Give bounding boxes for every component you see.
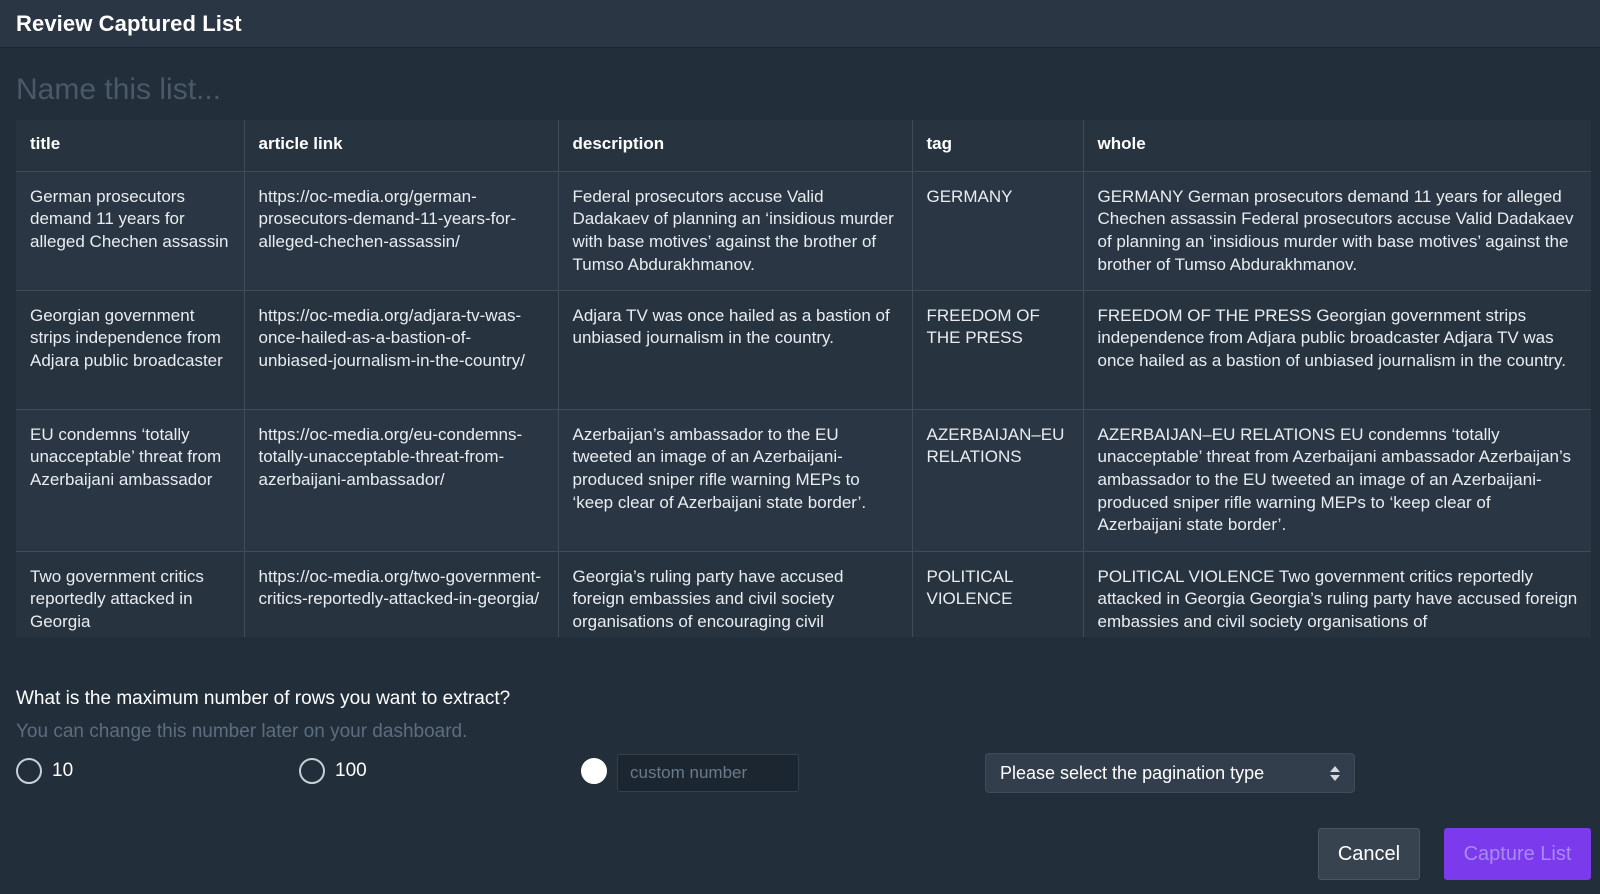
table-row: Two government critics reportedly attack… [16,551,1591,637]
pagination-select-value: Please select the pagination type [1000,762,1265,783]
column-header-article-link[interactable]: article link [243,120,558,172]
cell-article-link: https://oc-media.org/adjara-tv-was-once-… [243,290,558,410]
cell-description: Azerbaijan’s ambassador to the EU tweete… [557,409,912,552]
cell-description: Federal prosecutors accuse Valid Dadakae… [557,171,912,291]
cell-description: Adjara TV was once hailed as a bastion o… [557,290,912,410]
cell-article-link: https://oc-media.org/eu-condemns-totally… [243,409,558,552]
radio-label-100: 100 [335,760,367,781]
radio-label-10: 10 [52,760,74,781]
column-header-tag[interactable]: tag [911,120,1083,172]
cell-tag: GERMANY [911,171,1083,291]
cell-title: Georgian government strips independence … [16,290,244,410]
cell-whole: GERMANY German prosecutors demand 11 yea… [1082,171,1591,291]
column-header-description[interactable]: description [557,120,912,172]
capture-list-button[interactable]: Capture List [1444,828,1591,880]
radio-option-10[interactable]: 10 [16,758,73,784]
table-row: EU condemns ‘totally unacceptable’ threa… [16,409,1591,552]
max-rows-question: What is the maximum number of rows you w… [16,688,511,709]
cell-title: Two government critics reportedly attack… [30,566,204,631]
table-row: Georgian government strips independence … [16,290,1591,410]
cell-title: German prosecutors demand 11 years for a… [16,171,244,291]
radio-option-custom[interactable] [581,758,607,784]
cell-whole: AZERBAIJAN–EU RELATIONS EU condemns ‘tot… [1082,409,1591,552]
cell-whole: FREEDOM OF THE PRESS Georgian government… [1082,290,1591,410]
cell-tag: POLITICAL VIOLENCE [911,551,1083,637]
cancel-button[interactable]: Cancel [1318,828,1420,880]
dialog-title: Review Captured List [16,10,242,36]
table-header-row: title article link description tag whole [16,120,1591,172]
dialog-header: Review Captured List [0,0,1600,48]
radio-circle-selected-icon[interactable] [581,758,607,784]
cell-tag: AZERBAIJAN–EU RELATIONS [911,409,1083,552]
column-header-whole[interactable]: whole [1082,120,1591,172]
radio-circle-icon[interactable] [299,758,325,784]
list-name-input[interactable] [16,70,1016,110]
cell-title: EU condemns ‘totally unacceptable’ threa… [16,409,244,552]
cell-whole: POLITICAL VIOLENCE Two government critic… [1082,551,1591,637]
pagination-type-select[interactable]: Please select the pagination type [985,753,1355,793]
select-arrows-icon [1330,765,1340,781]
table-row: German prosecutors demand 11 years for a… [16,171,1591,291]
captured-data-table[interactable]: title article link description tag whole… [16,120,1591,637]
radio-option-100[interactable]: 100 [299,758,367,784]
cell-tag: FREEDOM OF THE PRESS [911,290,1083,410]
max-rows-options: 10 100 [0,758,1600,798]
column-header-title[interactable]: title [16,120,244,172]
cell-description: Georgia’s ruling party have accused fore… [557,551,912,637]
cell-article-link: https://oc-media.org/two-government-crit… [243,551,558,637]
cell-article-link: https://oc-media.org/german-prosecutors-… [243,171,558,291]
max-rows-hint: You can change this number later on your… [16,721,468,742]
custom-number-input[interactable] [617,754,799,792]
radio-circle-icon[interactable] [16,758,42,784]
